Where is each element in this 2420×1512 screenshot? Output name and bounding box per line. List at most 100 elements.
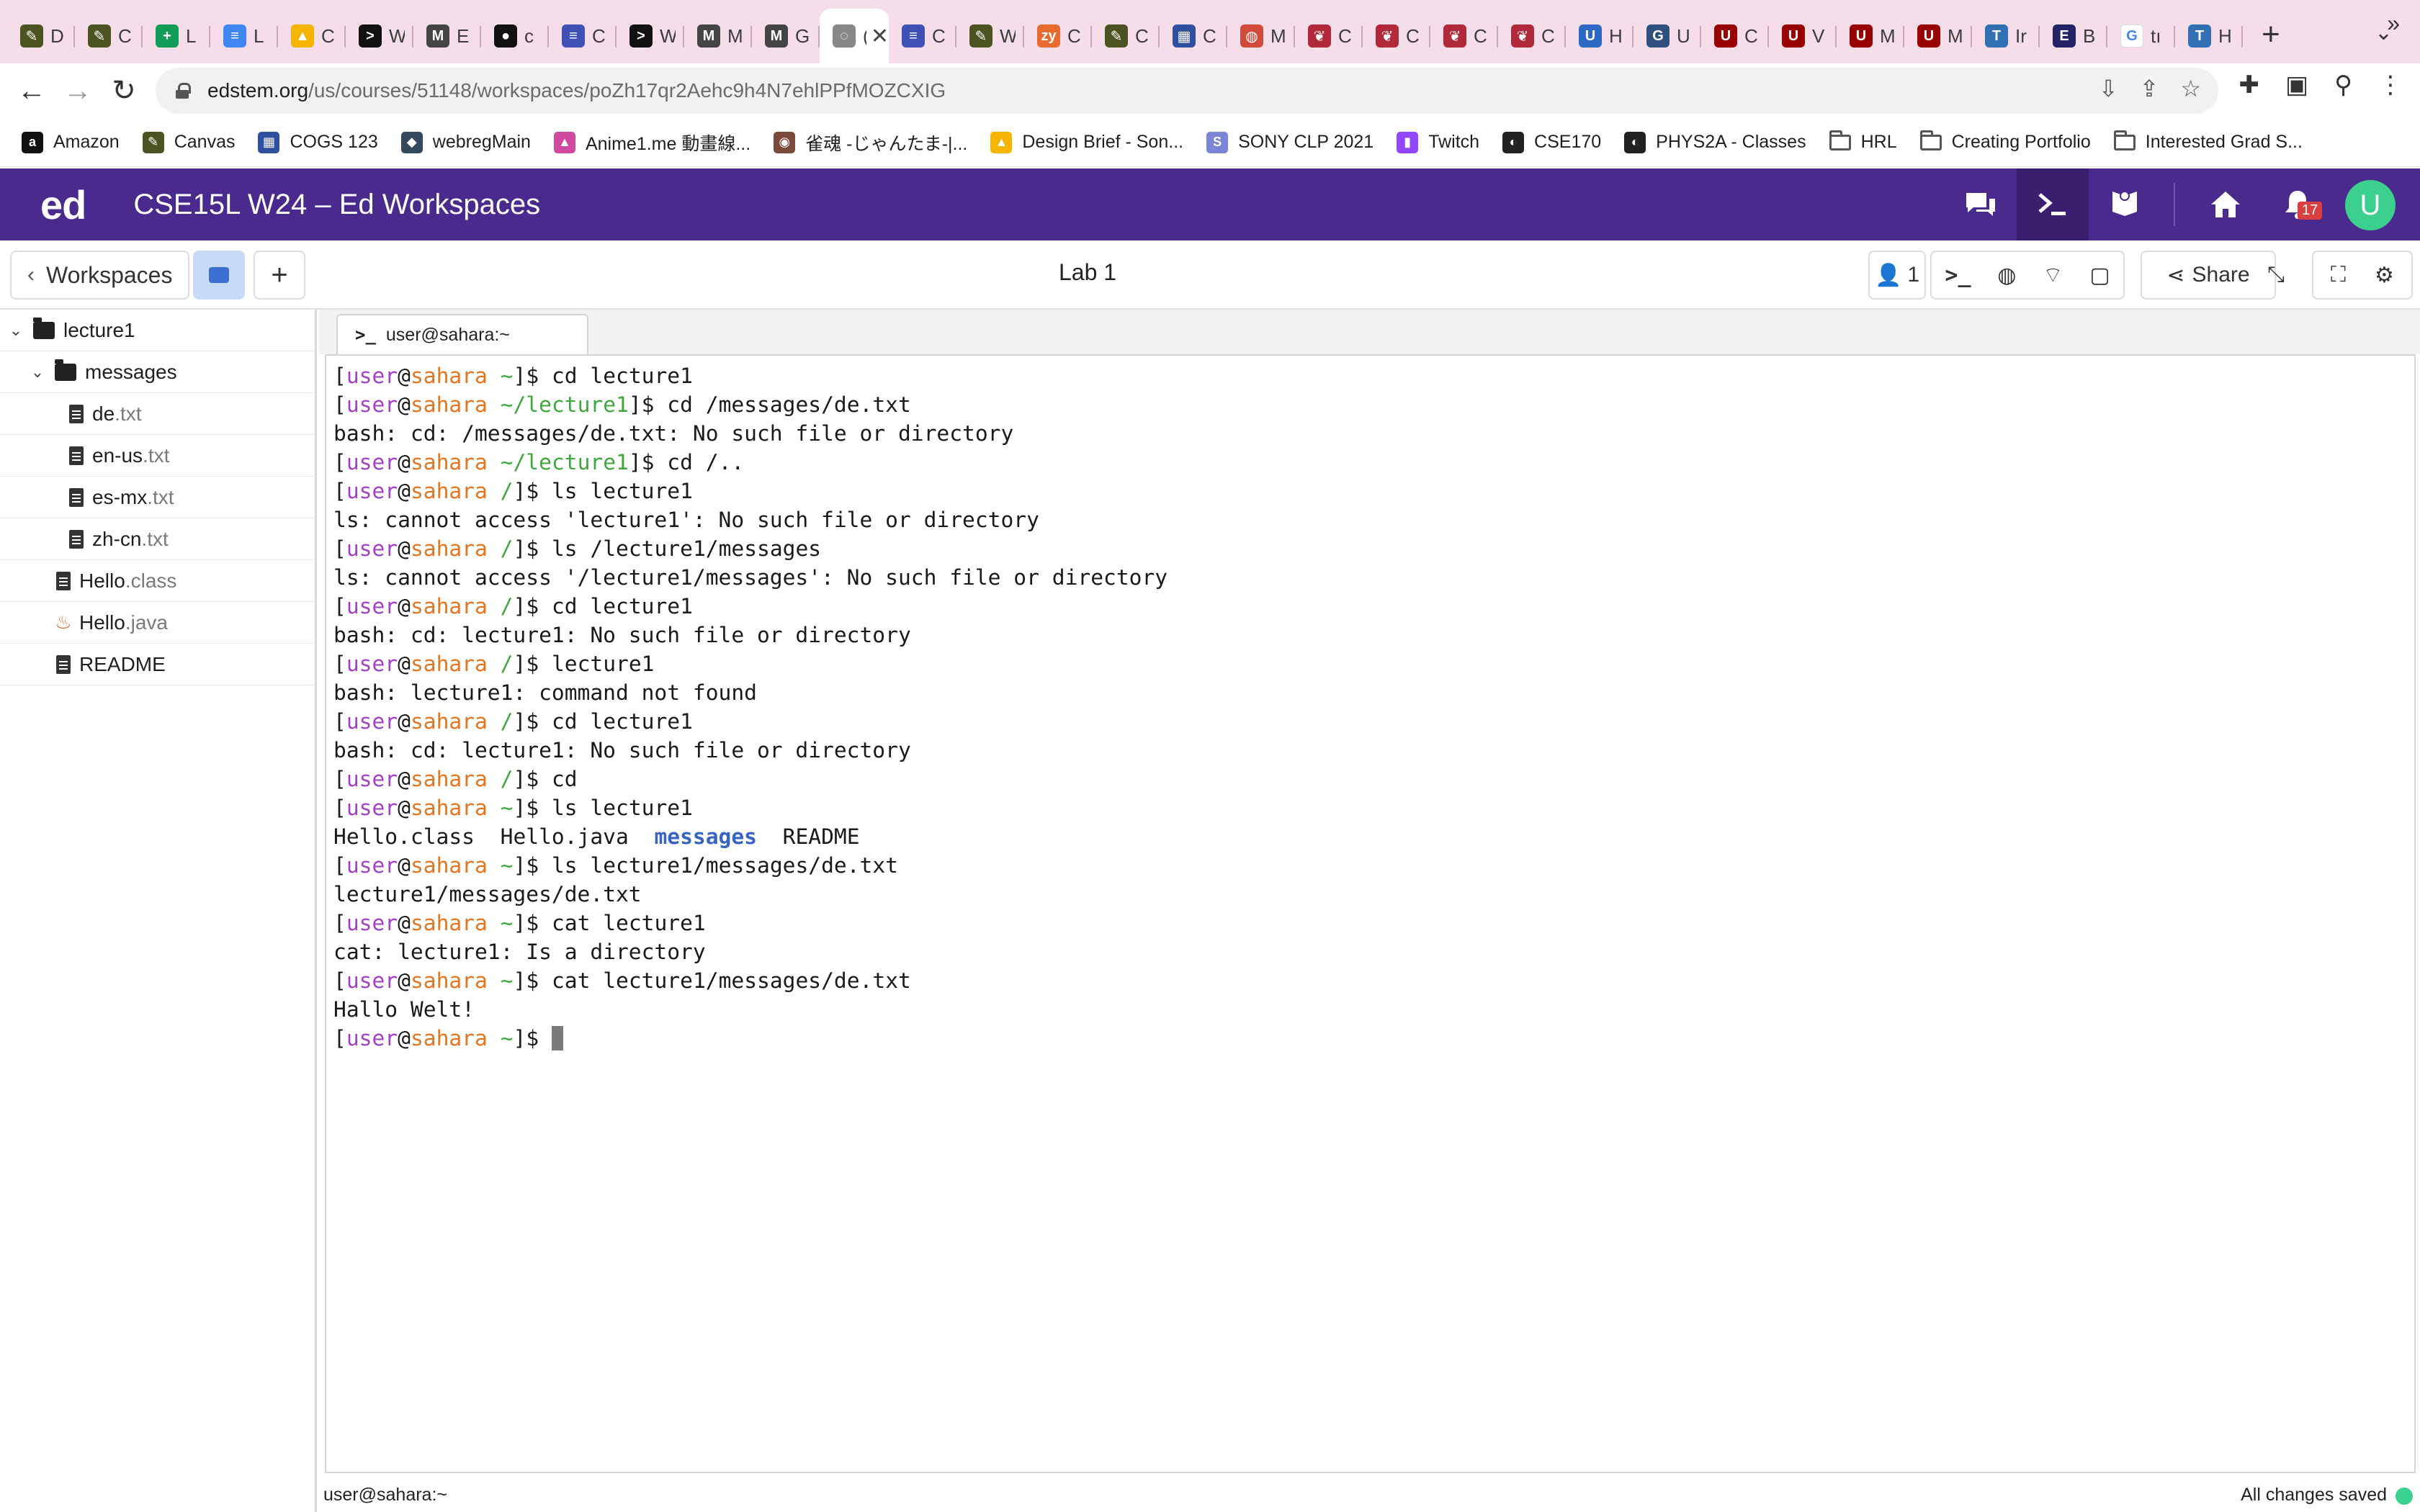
- browser-tab[interactable]: UM: [1837, 9, 1904, 63]
- toggle-filetree-button[interactable]: [193, 251, 245, 300]
- back-arrow-icon[interactable]: ←: [9, 68, 55, 114]
- browser-tab[interactable]: EB: [2040, 9, 2107, 63]
- google-icon: G: [2120, 24, 2143, 48]
- bookmark-item[interactable]: ◐ PHYS2A - Classes: [1624, 131, 1806, 153]
- browser-tab[interactable]: MM: [684, 9, 752, 63]
- prompt-user: user: [346, 364, 398, 388]
- workspaces-terminal-icon[interactable]: [2017, 168, 2089, 240]
- browser-tab[interactable]: ❦ C: [1295, 9, 1363, 63]
- install-app-icon[interactable]: ⇩: [2099, 75, 2118, 102]
- address-bar[interactable]: edstem.org/us/courses/51148/workspaces/p…: [156, 68, 2218, 114]
- tree-file-es-mx-txt[interactable]: es-mx .txt: [0, 477, 315, 518]
- terminal-prompt-icon[interactable]: >_: [1945, 263, 1971, 288]
- browser-menu-icon[interactable]: ⋮: [2378, 71, 2403, 99]
- bookmark-item[interactable]: a Amazon: [22, 131, 120, 153]
- globe-icon[interactable]: ◍: [1997, 263, 2016, 288]
- discussion-icon[interactable]: [1945, 168, 2017, 240]
- bookmark-item[interactable]: ✎ Canvas: [142, 131, 235, 153]
- bookmark-item[interactable]: HRL: [1829, 130, 1897, 153]
- tree-file-readme[interactable]: README: [0, 644, 315, 685]
- prompt-directory: ~: [500, 911, 514, 935]
- browser-tab[interactable]: ▦ C: [1160, 9, 1227, 63]
- browser-tab[interactable]: Gtı: [2107, 9, 2175, 63]
- wifi-icon[interactable]: ⌔: [2043, 261, 2063, 289]
- close-tab-icon[interactable]: ✕: [871, 24, 889, 49]
- browser-tab[interactable]: ✎ C: [1092, 9, 1160, 63]
- browser-tab[interactable]: ● c: [481, 9, 549, 63]
- browser-tab[interactable]: ✎ D: [7, 9, 75, 63]
- browser-tab[interactable]: zy C: [1024, 9, 1092, 63]
- browser-tab[interactable]: MG: [752, 9, 820, 63]
- bookmark-item[interactable]: ◆ webregMain: [400, 131, 531, 153]
- markdown-icon: M: [697, 24, 720, 48]
- browser-tab[interactable]: ≡ C: [889, 9, 956, 63]
- browser-tab[interactable]: TH: [2175, 9, 2243, 63]
- browser-tab[interactable]: ❦ C: [1363, 9, 1430, 63]
- bookmark-item[interactable]: Interested Grad S...: [2113, 130, 2303, 153]
- collapse-icon[interactable]: ⤡: [2254, 251, 2298, 300]
- tree-file-de-txt[interactable]: de .txt: [0, 393, 315, 435]
- bookmarks-overflow-icon[interactable]: »: [2387, 10, 2400, 37]
- browser-tab[interactable]: UV: [1769, 9, 1837, 63]
- browser-tab[interactable]: ✎ W: [956, 9, 1024, 63]
- profile-extension-icon[interactable]: ⚲: [2334, 71, 2352, 99]
- browser-tab[interactable]: ≡ C: [549, 9, 617, 63]
- browser-tab[interactable]: T Ir: [1972, 9, 2040, 63]
- ed-logo[interactable]: ed: [40, 181, 86, 228]
- browser-tab[interactable]: UM: [1904, 9, 1972, 63]
- tree-folder-lecture1[interactable]: ⌄ lecture1: [0, 310, 315, 351]
- bookmark-item[interactable]: Creating Portfolio: [1919, 130, 2091, 153]
- browser-tab[interactable]: > W: [617, 9, 684, 63]
- settings-gear-icon[interactable]: ⚙: [2375, 263, 2394, 288]
- browser-tab[interactable]: ✎ C: [75, 9, 143, 63]
- new-tab-plus-icon[interactable]: +: [2262, 17, 2280, 53]
- share-page-icon[interactable]: ⇪: [2140, 75, 2159, 102]
- browser-tab[interactable]: UH: [1566, 9, 1634, 63]
- tree-file-en-us-txt[interactable]: en-us .txt: [0, 435, 315, 477]
- lessons-book-icon[interactable]: [2089, 168, 2161, 240]
- extensions-puzzle-icon[interactable]: ✚: [2238, 71, 2259, 99]
- bookmark-item[interactable]: ◐ CSE170: [1502, 131, 1601, 153]
- bookmark-item[interactable]: ▲ Design Brief - Son...: [990, 131, 1183, 153]
- terminal-tab[interactable]: >_ user@sahara:~: [336, 314, 588, 354]
- workspaces-back-button[interactable]: ‹ Workspaces: [10, 251, 190, 300]
- browser-tab[interactable]: ME: [413, 9, 481, 63]
- users-button[interactable]: 👤 1: [1868, 251, 1926, 300]
- browser-tab[interactable]: ❦ C: [1498, 9, 1566, 63]
- tree-folder-messages[interactable]: ⌄ messages: [0, 351, 315, 393]
- chevron-down-icon[interactable]: ⌄: [6, 321, 26, 340]
- add-button[interactable]: +: [254, 251, 305, 300]
- tree-file-hello-java[interactable]: ♨ Hello .java: [0, 602, 315, 644]
- browser-tab[interactable]: ▲ C: [278, 9, 346, 63]
- browser-tab[interactable]: GU: [1634, 9, 1701, 63]
- url-text[interactable]: edstem.org/us/courses/51148/workspaces/p…: [207, 79, 946, 102]
- bookmark-item[interactable]: ▦ COGS 123: [258, 131, 378, 153]
- browser-tab[interactable]: ◌ (✕: [820, 9, 889, 63]
- browser-tab[interactable]: + L: [143, 9, 210, 63]
- bookmark-item[interactable]: ▲ Anime1.me 動畫線...: [553, 130, 750, 156]
- tree-file-hello-class[interactable]: Hello .class: [0, 560, 315, 602]
- forward-arrow-icon[interactable]: →: [55, 68, 101, 114]
- chevron-down-icon[interactable]: ⌄: [27, 363, 48, 382]
- terminal-output[interactable]: [user@sahara ~]$ cd lecture1 [user@sahara…: [325, 354, 2416, 1473]
- browser-tab[interactable]: ❦ C: [1430, 9, 1498, 63]
- canvas-icon: ✎: [969, 24, 992, 48]
- browser-tab[interactable]: UC: [1701, 9, 1769, 63]
- lock-icon[interactable]: [176, 83, 191, 99]
- tree-file-zh-cn-txt[interactable]: zh-cn .txt: [0, 518, 315, 560]
- bookmark-item[interactable]: ▮ Twitch: [1397, 131, 1479, 153]
- bookmarks-bar: a Amazon ✎ Canvas ▦ COGS 123 ◆ webregMain ▲ Anime…: [0, 118, 2420, 167]
- side-panel-icon[interactable]: ▣: [2285, 71, 2308, 99]
- bookmark-star-icon[interactable]: ☆: [2180, 75, 2201, 102]
- browser-tab[interactable]: > W: [346, 9, 413, 63]
- fullscreen-icon[interactable]: ⛶: [2331, 263, 2346, 287]
- browser-tab[interactable]: ◍ M: [1227, 9, 1295, 63]
- browser-tab-title: D: [50, 24, 64, 47]
- home-icon[interactable]: [2190, 168, 2262, 240]
- user-avatar[interactable]: U: [2345, 180, 2396, 230]
- bookmark-item[interactable]: ◉ 雀魂 -じゃんたま-|...: [774, 130, 967, 156]
- chat-icon[interactable]: ▢: [2089, 263, 2110, 288]
- bookmark-item[interactable]: S SONY CLP 2021: [1206, 131, 1373, 153]
- browser-tab[interactable]: ≡ L: [210, 9, 278, 63]
- reload-icon[interactable]: ↻: [101, 68, 147, 114]
